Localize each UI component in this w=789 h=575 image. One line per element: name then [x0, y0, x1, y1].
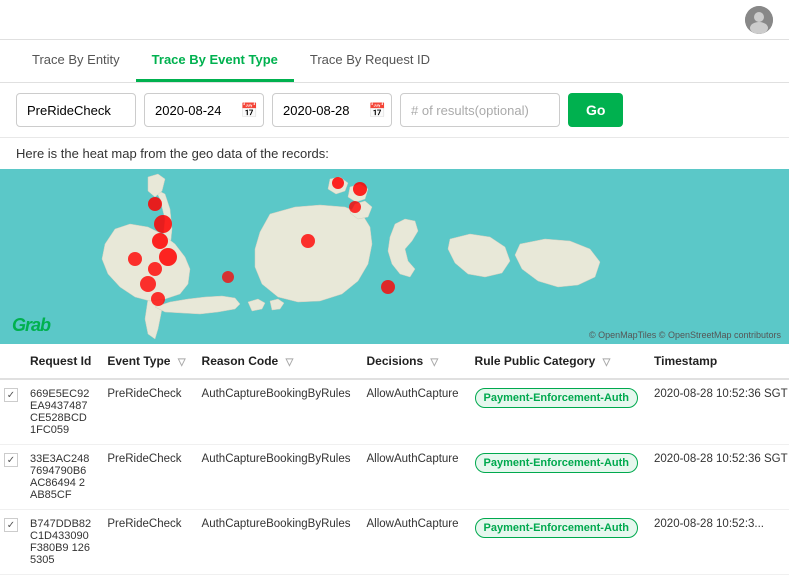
results-select[interactable]: # of results(optional) 10 25 50 100 — [400, 93, 560, 127]
cell-decisions-2: AllowAuthCapture — [358, 510, 466, 575]
col-label-request-id: Request Id — [30, 354, 91, 368]
table-header-row: Request Id Event Type ▽ Reason Code ▽ De… — [0, 344, 789, 379]
rule-category-badge-2: Payment-Enforcement-Auth — [475, 518, 638, 538]
cell-request-id-2: B747DDB82C1D433090F380B9 1265305 — [22, 510, 99, 575]
cell-decisions-1: AllowAuthCapture — [358, 445, 466, 510]
cell-timestamp-2: 2020-08-28 10:52:3... — [646, 510, 789, 575]
map-svg — [0, 169, 789, 344]
col-header-reason-code: Reason Code ▽ — [194, 344, 359, 379]
col-label-event-type: Event Type — [107, 354, 170, 368]
checkbox-1[interactable]: ✓ — [4, 453, 18, 467]
filter-reason-code-icon[interactable]: ▽ — [286, 357, 294, 368]
cell-request-id-0: 669E5EC92EA9437487CE528BCD1FC059 — [22, 379, 99, 445]
rule-category-badge-0: Payment-Enforcement-Auth — [475, 388, 638, 408]
col-header-rule-category: Rule Public Category ▽ — [467, 344, 646, 379]
col-label-timestamp: Timestamp — [654, 354, 717, 368]
table-row: ✓ B747DDB82C1D433090F380B9 1265305 PreRi… — [0, 510, 789, 575]
col-header-decisions: Decisions ▽ — [358, 344, 466, 379]
filter-rule-category-icon[interactable]: ▽ — [603, 357, 611, 368]
cell-reason-code-0: AuthCaptureBookingByRules — [194, 379, 359, 445]
col-label-decisions: Decisions — [366, 354, 423, 368]
date-from-input[interactable] — [144, 93, 264, 127]
table-row: ✓ 33E3AC2487694790B6AC86494 2AB85CF PreR… — [0, 445, 789, 510]
map-credit: © OpenMapTiles © OpenStreetMap contribut… — [589, 330, 781, 340]
cell-event-type-0: PreRideCheck — [99, 379, 193, 445]
results-table: Request Id Event Type ▽ Reason Code ▽ De… — [0, 344, 789, 575]
event-type-select-wrap: PreRideCheck — [16, 93, 136, 127]
grab-logo: Grab — [12, 315, 50, 336]
tab-trace-by-request-id[interactable]: Trace By Request ID — [294, 40, 446, 82]
row-checkbox-0[interactable]: ✓ — [0, 379, 22, 445]
top-bar — [0, 0, 789, 40]
col-label-reason-code: Reason Code — [202, 354, 279, 368]
cell-reason-code-1: AuthCaptureBookingByRules — [194, 445, 359, 510]
results-table-container: Request Id Event Type ▽ Reason Code ▽ De… — [0, 344, 789, 575]
checkbox-header — [0, 344, 22, 379]
tab-trace-by-event-type[interactable]: Trace By Event Type — [136, 40, 294, 82]
go-button[interactable]: Go — [568, 93, 623, 127]
cell-rule-category-0: Payment-Enforcement-Auth — [467, 379, 646, 445]
filter-event-type-icon[interactable]: ▽ — [178, 357, 186, 368]
cell-reason-code-2: AuthCaptureBookingByRules — [194, 510, 359, 575]
row-checkbox-1[interactable]: ✓ — [0, 445, 22, 510]
col-header-timestamp: Timestamp — [646, 344, 789, 379]
filter-decisions-icon[interactable]: ▽ — [431, 357, 439, 368]
cell-decisions-0: AllowAuthCapture — [358, 379, 466, 445]
cell-request-id-1: 33E3AC2487694790B6AC86494 2AB85CF — [22, 445, 99, 510]
checkbox-0[interactable]: ✓ — [4, 388, 18, 402]
col-header-event-type: Event Type ▽ — [99, 344, 193, 379]
cell-event-type-1: PreRideCheck — [99, 445, 193, 510]
map-label: Here is the heat map from the geo data o… — [0, 138, 789, 169]
date-to-input[interactable] — [272, 93, 392, 127]
cell-rule-category-1: Payment-Enforcement-Auth — [467, 445, 646, 510]
cell-timestamp-1: 2020-08-28 10:52:36 SGT — [646, 445, 789, 510]
tabs-bar: Trace By Entity Trace By Event Type Trac… — [0, 40, 789, 83]
controls-row: PreRideCheck 📅 📅 # of results(optional) … — [0, 83, 789, 138]
map-container: Grab © OpenMapTiles © OpenStreetMap cont… — [0, 169, 789, 344]
date-to-wrap: 📅 — [272, 93, 392, 127]
cell-timestamp-0: 2020-08-28 10:52:36 SGT — [646, 379, 789, 445]
checkbox-2[interactable]: ✓ — [4, 518, 18, 532]
cell-rule-category-2: Payment-Enforcement-Auth — [467, 510, 646, 575]
row-checkbox-2[interactable]: ✓ — [0, 510, 22, 575]
tab-trace-by-entity[interactable]: Trace By Entity — [16, 40, 136, 82]
col-label-rule-category: Rule Public Category — [475, 354, 596, 368]
avatar — [745, 6, 773, 34]
date-from-wrap: 📅 — [144, 93, 264, 127]
col-header-request-id: Request Id — [22, 344, 99, 379]
cell-event-type-2: PreRideCheck — [99, 510, 193, 575]
rule-category-badge-1: Payment-Enforcement-Auth — [475, 453, 638, 473]
table-row: ✓ 669E5EC92EA9437487CE528BCD1FC059 PreRi… — [0, 379, 789, 445]
event-type-select[interactable]: PreRideCheck — [16, 93, 136, 127]
